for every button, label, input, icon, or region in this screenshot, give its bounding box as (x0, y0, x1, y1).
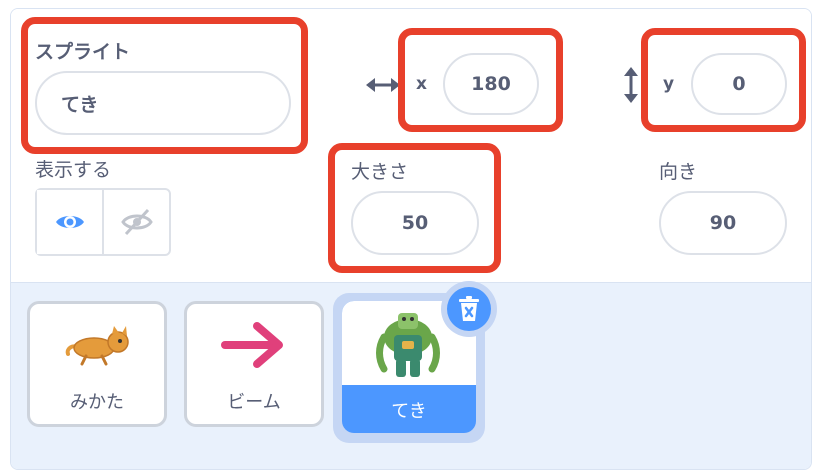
show-button[interactable] (37, 190, 104, 254)
sprite-name-input[interactable]: てき (35, 71, 291, 135)
vertical-arrow-icon (624, 67, 638, 103)
size-input[interactable]: 50 (351, 191, 479, 255)
eye-slash-icon (120, 208, 153, 236)
trash-icon (459, 296, 479, 321)
sprite-card-beam[interactable]: ビーム (184, 301, 324, 427)
visibility-toggle (35, 188, 171, 256)
direction-input[interactable]: 90 (659, 191, 787, 255)
sprite-name-label: スプライト (35, 41, 131, 63)
sprite-info-panel: スプライト てき x 180 y 0 表示する 大きさ 50 向き 90 みかた… (10, 8, 812, 470)
show-label: 表示する (35, 159, 112, 181)
size-label: 大きさ (351, 161, 409, 183)
monster-icon (376, 313, 440, 377)
horizontal-arrow-icon (366, 78, 400, 92)
y-input[interactable]: 0 (691, 53, 787, 115)
eye-icon (55, 216, 84, 228)
arrow-right-icon (221, 322, 283, 368)
direction-label: 向き (659, 161, 698, 183)
sprite-name: みかた (70, 392, 124, 413)
x-label: x (416, 74, 427, 94)
sprite-card-mikata[interactable]: みかた (27, 301, 167, 427)
delete-sprite-button[interactable] (441, 281, 497, 337)
x-input[interactable]: 180 (443, 53, 539, 115)
delete-button-inner (447, 287, 491, 331)
cat-icon (65, 326, 129, 366)
sprite-name: ビーム (227, 392, 281, 413)
hide-button[interactable] (104, 190, 169, 254)
y-label: y (663, 74, 675, 94)
sprite-tray: みかた ビーム てき (11, 281, 811, 469)
sprite-properties: スプライト てき x 180 y 0 表示する 大きさ 50 向き 90 (11, 9, 811, 283)
sprite-name: てき (391, 401, 427, 422)
